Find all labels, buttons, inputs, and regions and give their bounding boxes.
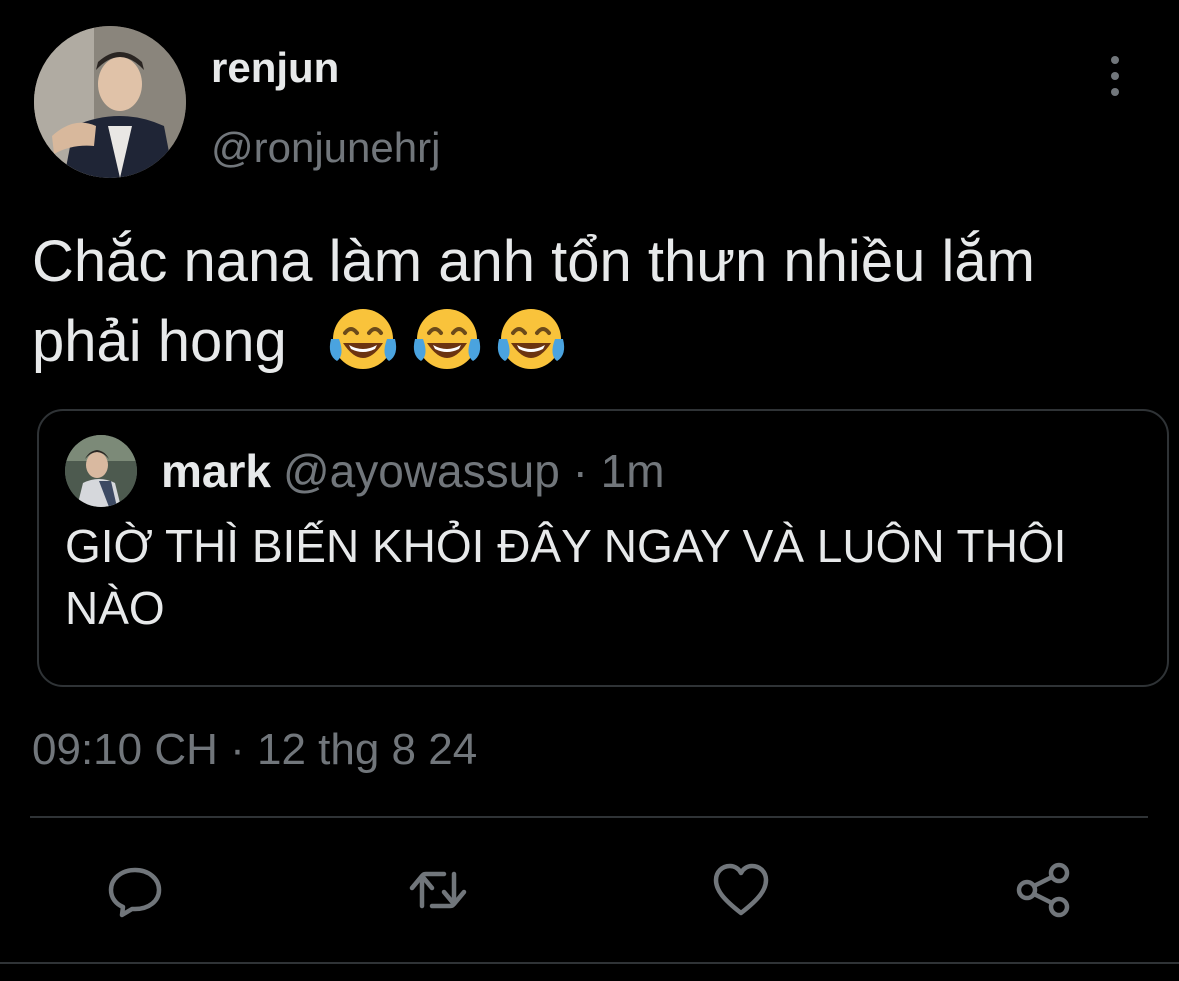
more-dot — [1111, 88, 1119, 96]
divider — [30, 816, 1148, 818]
quoted-tweet-header: mark @ayowassup · 1m — [161, 441, 665, 501]
tears-of-joy-emoji-icon — [497, 309, 565, 369]
share-icon — [1016, 862, 1070, 918]
author-display-name[interactable]: renjun — [211, 42, 339, 94]
heart-icon — [713, 863, 769, 916]
tears-of-joy-emoji-icon — [329, 309, 397, 369]
more-options-button[interactable] — [1100, 56, 1130, 96]
retweet-icon — [409, 871, 467, 909]
quoted-author-meta: @ayowassup · 1m — [282, 445, 665, 497]
author-handle[interactable]: @ronjunehrj — [211, 122, 440, 174]
quoted-tweet-text: GIỜ THÌ BIẾN KHỎI ĐÂY NGAY VÀ LUÔN THÔI … — [65, 520, 1067, 634]
tweet-text: Chắc nana làm anh tổn thưn nhiều lắm phả… — [32, 222, 1142, 382]
tears-of-joy-emoji-icon — [413, 309, 481, 369]
quoted-author-avatar[interactable] — [65, 435, 137, 507]
author-avatar[interactable] — [34, 26, 186, 178]
retweet-button[interactable] — [406, 858, 470, 922]
reply-button[interactable] — [103, 858, 167, 922]
more-dot — [1111, 56, 1119, 64]
like-button[interactable] — [709, 858, 773, 922]
speech-bubble-icon — [108, 867, 162, 918]
tweet-timestamp[interactable]: 09:10 CH · 12 thg 8 24 — [32, 722, 477, 778]
profile-photo-icon — [65, 435, 137, 507]
divider — [0, 962, 1179, 964]
profile-photo-icon — [34, 26, 186, 178]
more-dot — [1111, 72, 1119, 80]
share-button[interactable] — [1012, 858, 1076, 922]
quoted-author-name[interactable]: mark — [161, 445, 271, 497]
quoted-tweet-card[interactable]: mark @ayowassup · 1m GIỜ THÌ BIẾN KHỎI ĐÂ… — [37, 409, 1169, 687]
